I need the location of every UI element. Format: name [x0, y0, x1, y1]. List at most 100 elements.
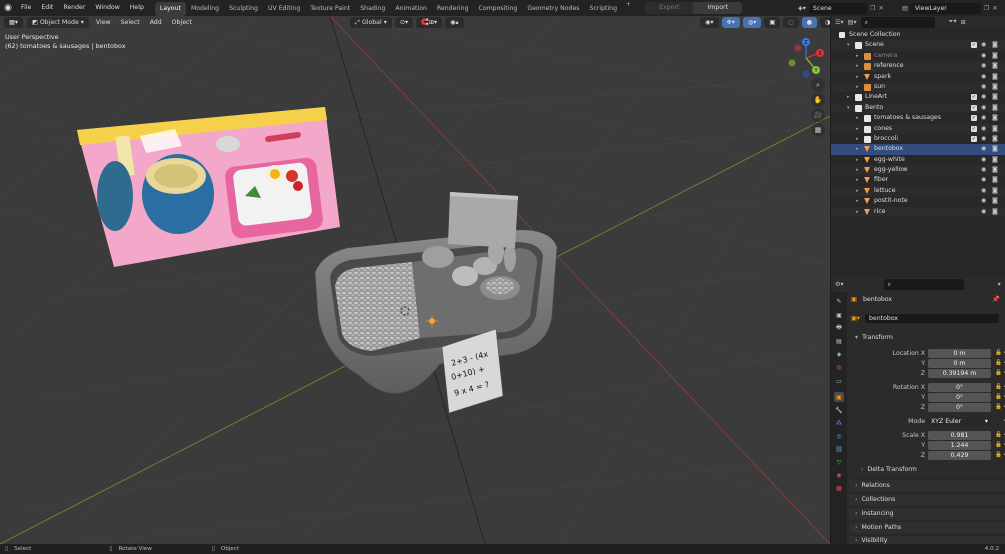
eye-icon[interactable]: ◉: [981, 40, 986, 50]
eye-icon[interactable]: ◉: [981, 134, 986, 144]
close-icon[interactable]: ✕: [992, 5, 997, 12]
lock-icon[interactable]: 🔓: [995, 441, 1002, 450]
eye-icon[interactable]: ◉: [981, 207, 986, 217]
shading-wireframe[interactable]: ◌: [783, 17, 799, 28]
pan-hand-icon[interactable]: ✋: [811, 93, 825, 107]
xray-toggle[interactable]: ▣: [764, 17, 781, 28]
visibility-selector[interactable]: ◉▾: [700, 17, 719, 28]
chevron-down-icon[interactable]: ▾: [847, 40, 853, 50]
eye-icon[interactable]: ◉: [981, 165, 986, 175]
tool-tab-icon[interactable]: ✎: [834, 296, 844, 306]
tab-geometry-nodes[interactable]: Geometry Nodes: [522, 2, 584, 16]
chevron-down-icon[interactable]: ▾: [847, 103, 853, 113]
chevron-right-icon[interactable]: ▸: [856, 61, 862, 71]
output-tab-icon[interactable]: 🖶: [834, 323, 844, 333]
zoom-icon[interactable]: ⌕: [811, 78, 825, 92]
view-layer-tab-icon[interactable]: ▤: [834, 336, 844, 346]
location-y-field[interactable]: 0 m: [928, 359, 991, 368]
outliner-row[interactable]: ▸ postit-note ◉ ◙: [831, 196, 1005, 206]
view-layer-icon[interactable]: ▤: [902, 5, 908, 12]
chevron-right-icon[interactable]: ▸: [856, 72, 862, 82]
scale-z-field[interactable]: 0.429: [928, 451, 991, 460]
overlay-toggle[interactable]: ◍▾: [742, 17, 762, 28]
properties-editor-icon[interactable]: ⚙▾: [835, 281, 844, 288]
eye-icon[interactable]: ◉: [981, 51, 986, 61]
render-camera-icon[interactable]: ◙: [992, 196, 998, 206]
motion-paths-panel[interactable]: › Motion Paths: [849, 521, 1005, 533]
outliner-row[interactable]: ▸ egg-yellow ◉ ◙: [831, 165, 1005, 176]
close-icon[interactable]: ✕: [878, 5, 883, 12]
import-button[interactable]: Import: [693, 2, 743, 14]
outliner-row[interactable]: ▸ tomatoes & sausages ✓ ◉ ◙: [831, 113, 1005, 123]
pivot-selector[interactable]: ⊙▾: [394, 17, 414, 28]
lock-icon[interactable]: 🔓: [995, 383, 1002, 392]
menu-help[interactable]: Help: [125, 0, 149, 16]
proportional-edit-toggle[interactable]: ◉▴: [445, 17, 464, 28]
pin-icon[interactable]: 📌: [992, 295, 1000, 304]
render-camera-icon[interactable]: ◙: [992, 124, 998, 134]
particles-tab-icon[interactable]: ⁂: [834, 418, 844, 428]
data-tab-icon[interactable]: ▽: [834, 457, 844, 467]
chevron-right-icon[interactable]: ▸: [856, 186, 862, 196]
relations-panel[interactable]: › Relations: [849, 479, 1005, 491]
orientation-selector[interactable]: ⤢ Global ▾: [350, 17, 392, 28]
location-z-field[interactable]: 0.39194 m: [928, 369, 991, 378]
scene-name-field[interactable]: Scene: [808, 2, 867, 14]
constraints-tab-icon[interactable]: ⛓: [834, 444, 844, 454]
menu-render[interactable]: Render: [58, 0, 90, 16]
menu-add[interactable]: Add: [147, 19, 165, 26]
shading-solid[interactable]: ●: [801, 17, 817, 28]
chevron-right-icon[interactable]: ▸: [856, 165, 862, 175]
outliner-row[interactable]: ▸ bentobox ◉ ◙: [831, 144, 1005, 155]
tab-shading[interactable]: Shading: [355, 2, 390, 16]
render-camera-icon[interactable]: ◙: [992, 92, 998, 102]
exclude-checkbox[interactable]: ✓: [971, 94, 977, 101]
camera-view-icon[interactable]: 🎥: [811, 108, 825, 122]
lock-icon[interactable]: 🔓: [995, 359, 1002, 368]
eye-icon[interactable]: ◉: [981, 82, 986, 92]
scene-icon[interactable]: ◈▾: [798, 5, 806, 12]
scale-y-field[interactable]: 1.244: [928, 441, 991, 450]
eye-icon[interactable]: ◉: [981, 124, 986, 134]
lock-icon[interactable]: 🔓: [995, 349, 1002, 358]
tab-compositing[interactable]: Compositing: [474, 2, 523, 16]
eye-icon[interactable]: ◉: [981, 113, 986, 123]
3d-viewport[interactable]: 2+3 - (4x 0+10) + 9 x 4 = ? ▦▾ ◩ Object M…: [0, 16, 830, 544]
outliner-row[interactable]: ▸ egg-white ◉ ◙: [831, 155, 1005, 165]
object-name-field[interactable]: bentobox: [865, 314, 999, 323]
chevron-right-icon[interactable]: ▸: [856, 113, 862, 123]
outliner-row[interactable]: ▸ camera ◉ ◙: [831, 51, 1005, 61]
tab-sculpting[interactable]: Sculpting: [224, 2, 263, 16]
outliner-row[interactable]: ▸ sun ◉ ◙: [831, 81, 1005, 93]
outliner-row[interactable]: ▾ Bento ✓ ◉ ◙: [831, 102, 1005, 114]
eye-icon[interactable]: ◉: [981, 175, 986, 185]
tab-texture-paint[interactable]: Texture Paint: [305, 2, 355, 16]
outliner-row[interactable]: ▸ broccoli ✓ ◉ ◙: [831, 134, 1005, 144]
tab-layout[interactable]: Layout: [154, 1, 186, 16]
texture-tab-icon[interactable]: ▦: [834, 483, 844, 493]
tab-scripting[interactable]: Scripting: [585, 2, 623, 16]
outliner-editor-icon[interactable]: ☰▾: [835, 19, 844, 26]
world-tab-icon[interactable]: ◍: [834, 362, 844, 372]
outliner-row[interactable]: ▸ lettuce ◉ ◙: [831, 185, 1005, 197]
gizmo-toggle[interactable]: ✥▾: [721, 17, 740, 28]
render-camera-icon[interactable]: ◙: [992, 134, 998, 144]
editor-type-button[interactable]: ▦▾: [4, 17, 23, 28]
instancing-panel[interactable]: › Instancing: [849, 507, 1005, 519]
render-tab-icon[interactable]: ▣: [834, 310, 844, 320]
chevron-right-icon[interactable]: ▸: [856, 82, 862, 92]
collections-panel[interactable]: › Collections: [849, 493, 1005, 505]
exclude-checkbox[interactable]: ✓: [971, 104, 977, 111]
exclude-checkbox[interactable]: ✓: [971, 42, 977, 49]
render-camera-icon[interactable]: ◙: [992, 207, 998, 217]
physics-tab-icon[interactable]: ◎: [834, 431, 844, 441]
render-camera-icon[interactable]: ◙: [992, 40, 998, 50]
menu-select[interactable]: Select: [118, 19, 143, 26]
chevron-right-icon[interactable]: ▸: [856, 134, 862, 144]
eye-icon[interactable]: ◉: [981, 144, 986, 154]
exclude-checkbox[interactable]: ✓: [971, 115, 977, 122]
filter-icon[interactable]: ⏷▾: [949, 18, 957, 26]
rotation-mode-select[interactable]: XYZ Euler ▾: [928, 417, 991, 426]
scene-tab-icon[interactable]: ◈: [834, 349, 844, 359]
eye-icon[interactable]: ◉: [981, 61, 986, 71]
